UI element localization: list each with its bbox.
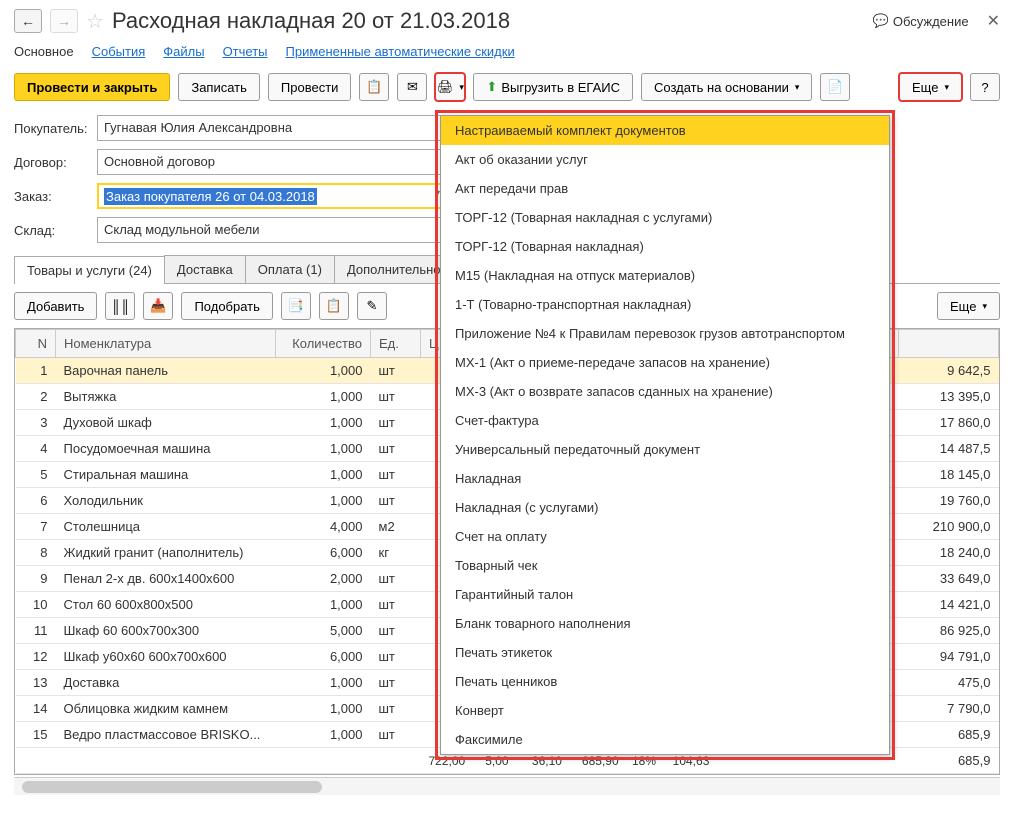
main-toolbar: Провести и закрыть Записать Провести 📋 ✉… [14, 73, 1000, 101]
tab-main[interactable]: Основное [14, 44, 74, 59]
nav-tabs: Основное События Файлы Отчеты Примененны… [14, 44, 1000, 59]
subtab-delivery[interactable]: Доставка [164, 255, 246, 283]
print-menu-item[interactable]: Акт передачи прав [441, 174, 889, 203]
mail-icon-button[interactable]: ✉ [397, 73, 427, 101]
horizontal-scrollbar[interactable] [14, 777, 1000, 795]
post-and-close-button[interactable]: Провести и закрыть [14, 73, 170, 101]
page-title: Расходная накладная 20 от 21.03.2018 [112, 8, 865, 34]
print-menu-item[interactable]: М15 (Накладная на отпуск материалов) [441, 261, 889, 290]
tab-discounts[interactable]: Примененные автоматические скидки [286, 44, 515, 59]
favorite-icon[interactable]: ☆ [86, 9, 104, 34]
buyer-input[interactable]: Гугнавая Юлия Александровна [97, 115, 447, 141]
print-menu-item[interactable]: Накладная (с услугами) [441, 493, 889, 522]
print-menu-item[interactable]: Конверт [441, 696, 889, 725]
contract-input[interactable]: Основной договор [97, 149, 447, 175]
col-name[interactable]: Номенклатура [56, 330, 276, 358]
print-menu-item[interactable]: Приложение №4 к Правилам перевозок грузо… [441, 319, 889, 348]
print-menu-item[interactable]: Универсальный передаточный документ [441, 435, 889, 464]
print-menu-item[interactable]: 1-Т (Товарно-транспортная накладная) [441, 290, 889, 319]
upload-egais-button[interactable]: ⬆Выгрузить в ЕГАИС [473, 73, 633, 101]
warehouse-label: Склад: [14, 223, 89, 238]
copy-icon-button[interactable]: 📑 [281, 292, 311, 320]
print-menu-item[interactable]: Накладная [441, 464, 889, 493]
col-qty[interactable]: Количество [276, 330, 371, 358]
contract-label: Договор: [14, 155, 89, 170]
create-based-button[interactable]: Создать на основании▾ [641, 73, 812, 101]
col-sum[interactable] [899, 330, 999, 358]
print-dropdown-menu: Настраиваемый комплект документовАкт об … [440, 115, 890, 755]
tab-reports[interactable]: Отчеты [223, 44, 268, 59]
print-menu-item[interactable]: ТОРГ-12 (Товарная накладная с услугами) [441, 203, 889, 232]
print-menu-item[interactable]: МХ-1 (Акт о приеме-передаче запасов на х… [441, 348, 889, 377]
barcode-icon-button[interactable]: ║║ [105, 292, 135, 320]
print-menu-item[interactable]: Факсимиле [441, 725, 889, 754]
order-label: Заказ: [14, 189, 89, 204]
edit-icon-button[interactable]: ✎ [357, 292, 387, 320]
paste-icon-button[interactable]: 📋 [319, 292, 349, 320]
save-button[interactable]: Записать [178, 73, 260, 101]
print-menu-item[interactable]: Гарантийный талон [441, 580, 889, 609]
print-menu-item[interactable]: Бланк товарного наполнения [441, 609, 889, 638]
title-bar: ← → ☆ Расходная накладная 20 от 21.03.20… [14, 8, 1000, 34]
nav-back-button[interactable]: ← [14, 9, 42, 33]
col-n[interactable]: N [16, 330, 56, 358]
col-unit[interactable]: Ед. [371, 330, 421, 358]
print-menu-item[interactable]: Настраиваемый комплект документов [441, 116, 889, 145]
buyer-label: Покупатель: [14, 121, 89, 136]
print-menu-item[interactable]: Акт об оказании услуг [441, 145, 889, 174]
help-button[interactable]: ? [970, 73, 1000, 101]
document-icon-button[interactable]: 📄 [820, 73, 850, 101]
print-dropdown-button[interactable]: 🖨▾ [435, 73, 465, 101]
print-menu-item[interactable]: Товарный чек [441, 551, 889, 580]
chat-icon: 💬 [873, 13, 889, 29]
subtab-goods[interactable]: Товары и услуги (24) [14, 256, 165, 284]
print-menu-item[interactable]: Счет на оплату [441, 522, 889, 551]
print-menu-item[interactable]: Печать ценников [441, 667, 889, 696]
tab-files[interactable]: Файлы [163, 44, 204, 59]
clipboard-icon-button[interactable]: 📋 [359, 73, 389, 101]
discussion-link[interactable]: 💬 Обсуждение [873, 13, 969, 29]
close-icon[interactable]: ✕ [987, 11, 1000, 31]
order-input[interactable]: Заказ покупателя 26 от 04.03.2018▾ [97, 183, 447, 209]
subtab-additional[interactable]: Дополнительно [334, 255, 454, 283]
print-menu-item[interactable]: МХ-3 (Акт о возврате запасов сданных на … [441, 377, 889, 406]
print-menu-item[interactable]: Счет-фактура [441, 406, 889, 435]
post-button[interactable]: Провести [268, 73, 352, 101]
nav-forward-button[interactable]: → [50, 9, 78, 33]
pick-button[interactable]: Подобрать [181, 292, 272, 320]
scan-icon-button[interactable]: 📥 [143, 292, 173, 320]
add-row-button[interactable]: Добавить [14, 292, 97, 320]
tab-events[interactable]: События [92, 44, 146, 59]
table-more-button[interactable]: Еще▾ [937, 292, 1000, 320]
print-menu-item[interactable]: ТОРГ-12 (Товарная накладная) [441, 232, 889, 261]
subtab-payment[interactable]: Оплата (1) [245, 255, 335, 283]
print-menu-item[interactable]: Печать этикеток [441, 638, 889, 667]
warehouse-input[interactable]: Склад модульной мебели [97, 217, 447, 243]
more-button[interactable]: Еще▾ [899, 73, 962, 101]
